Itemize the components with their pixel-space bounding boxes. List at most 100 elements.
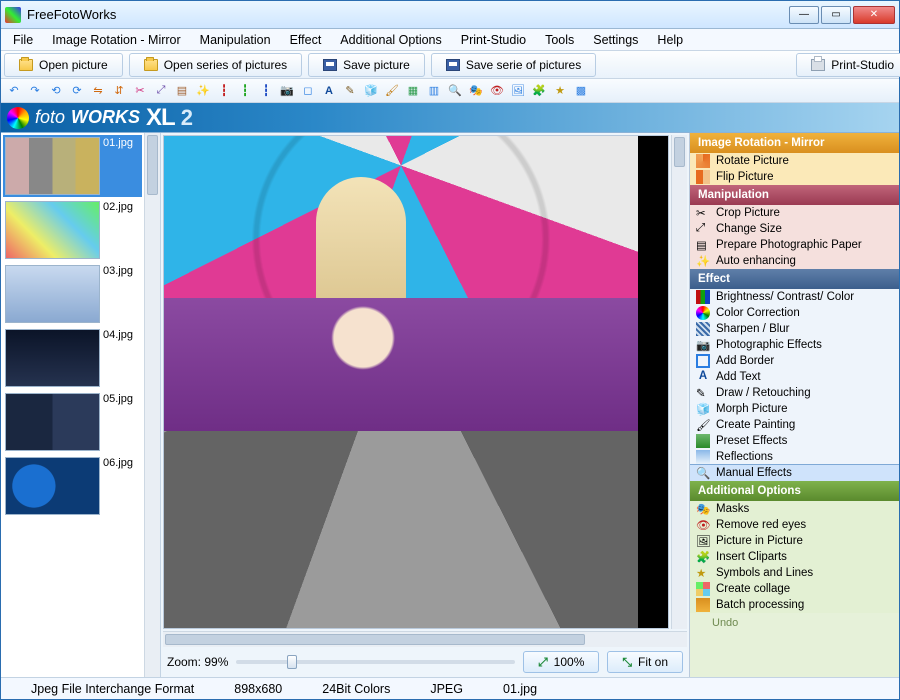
- palette-icon: [696, 306, 710, 320]
- op-flip-picture[interactable]: Flip Picture: [690, 169, 899, 185]
- op-label: Masks: [716, 503, 749, 515]
- op-pip[interactable]: 🖼Picture in Picture: [690, 533, 899, 549]
- print-studio-button[interactable]: Print-Studio: [796, 53, 900, 77]
- menu-settings[interactable]: Settings: [585, 31, 646, 49]
- menu-print-studio[interactable]: Print-Studio: [453, 31, 534, 49]
- rotate-cw-icon[interactable]: ⟳: [68, 82, 86, 100]
- op-color-correction[interactable]: Color Correction: [690, 305, 899, 321]
- open-picture-button[interactable]: Open picture: [4, 53, 123, 77]
- morph-icon[interactable]: 🧊: [362, 82, 380, 100]
- camera-icon[interactable]: 📷: [278, 82, 296, 100]
- brightness-icon[interactable]: ┇: [215, 82, 233, 100]
- text-icon[interactable]: A: [320, 82, 338, 100]
- thumbnail-item[interactable]: 04.jpg: [3, 327, 142, 389]
- mask-icon[interactable]: 🎭: [467, 82, 485, 100]
- menu-help[interactable]: Help: [649, 31, 691, 49]
- panel-head-additional: Additional Options: [690, 481, 899, 501]
- menu-tools[interactable]: Tools: [537, 31, 582, 49]
- undo-icon[interactable]: ↶: [5, 82, 23, 100]
- morph-icon: 🧊: [696, 402, 710, 416]
- statusbar: Jpeg File Interchange Format 898x680 24B…: [1, 677, 899, 699]
- op-manual-effects[interactable]: 🔍Manual Effects: [690, 465, 899, 481]
- canvas-vscrollbar[interactable]: [671, 135, 687, 629]
- op-symbols[interactable]: ★Symbols and Lines: [690, 565, 899, 581]
- maximize-button[interactable]: ▭: [821, 6, 851, 24]
- op-brightness[interactable]: Brightness/ Contrast/ Color: [690, 289, 899, 305]
- op-label: Create collage: [716, 583, 790, 595]
- crop-icon[interactable]: ✂: [131, 82, 149, 100]
- fit-icon: ⤢: [538, 655, 548, 670]
- preset-icon[interactable]: ▦: [404, 82, 422, 100]
- op-draw[interactable]: ✎Draw / Retouching: [690, 385, 899, 401]
- op-auto-enhance[interactable]: ✨Auto enhancing: [690, 253, 899, 269]
- zoom-100-button[interactable]: ⤢100%: [523, 651, 599, 673]
- op-prepare-paper[interactable]: ▤Prepare Photographic Paper: [690, 237, 899, 253]
- collage-icon[interactable]: ▩: [572, 82, 590, 100]
- op-batch[interactable]: Batch processing: [690, 597, 899, 613]
- redeye-icon[interactable]: 👁: [488, 82, 506, 100]
- thumbnail-item[interactable]: 03.jpg: [3, 263, 142, 325]
- open-series-button[interactable]: Open series of pictures: [129, 53, 302, 77]
- image-canvas[interactable]: [163, 135, 669, 629]
- op-rotate-picture[interactable]: Rotate Picture: [690, 153, 899, 169]
- op-masks[interactable]: 🎭Masks: [690, 501, 899, 517]
- thumbnail-scrollbar[interactable]: [144, 133, 160, 677]
- minimize-button[interactable]: —: [789, 6, 819, 24]
- op-reflections[interactable]: Reflections: [690, 449, 899, 465]
- pip-icon[interactable]: 🖼: [509, 82, 527, 100]
- op-add-text[interactable]: AAdd Text: [690, 369, 899, 385]
- op-change-size[interactable]: ⤢Change Size: [690, 221, 899, 237]
- redo-icon[interactable]: ↷: [26, 82, 44, 100]
- thumbnail-item[interactable]: 01.jpg: [3, 135, 142, 197]
- sharpen-icon[interactable]: ┇: [257, 82, 275, 100]
- save-picture-button[interactable]: Save picture: [308, 53, 425, 77]
- save-series-button[interactable]: Save serie of pictures: [431, 53, 596, 77]
- op-redeye[interactable]: 👁Remove red eyes: [690, 517, 899, 533]
- op-morph[interactable]: 🧊Morph Picture: [690, 401, 899, 417]
- close-button[interactable]: ✕: [853, 6, 895, 24]
- paint-icon[interactable]: 🖌: [383, 82, 401, 100]
- zoom-fit-label: Fit on: [638, 655, 668, 669]
- undo-link[interactable]: Undo: [690, 613, 899, 633]
- flip-h-icon[interactable]: ⇋: [89, 82, 107, 100]
- thumbnail-item[interactable]: 06.jpg: [3, 455, 142, 517]
- manual-fx-icon[interactable]: 🔍: [446, 82, 464, 100]
- op-crop-picture[interactable]: ✂Crop Picture: [690, 205, 899, 221]
- zoom-fit-button[interactable]: ⤡Fit on: [607, 651, 683, 673]
- flip-v-icon[interactable]: ⇵: [110, 82, 128, 100]
- menu-additional-options[interactable]: Additional Options: [332, 31, 449, 49]
- menu-manipulation[interactable]: Manipulation: [192, 31, 279, 49]
- op-cliparts[interactable]: 🧩Insert Cliparts: [690, 549, 899, 565]
- op-label: Add Text: [716, 371, 761, 383]
- op-preset[interactable]: Preset Effects: [690, 433, 899, 449]
- menu-image-rotation[interactable]: Image Rotation - Mirror: [44, 31, 189, 49]
- panel-head-effect: Effect: [690, 269, 899, 289]
- canvas-hscrollbar[interactable]: [163, 631, 687, 647]
- menu-effect[interactable]: Effect: [282, 31, 330, 49]
- auto-enhance-icon[interactable]: ✨: [194, 82, 212, 100]
- draw-icon[interactable]: ✎: [341, 82, 359, 100]
- shapes-icon[interactable]: ★: [551, 82, 569, 100]
- border-icon[interactable]: ◻: [299, 82, 317, 100]
- thumbnail-image: [5, 201, 100, 259]
- op-painting[interactable]: 🖌Create Painting: [690, 417, 899, 433]
- color-correct-icon[interactable]: ┇: [236, 82, 254, 100]
- paper-icon[interactable]: ▤: [173, 82, 191, 100]
- zoom-slider[interactable]: [236, 660, 515, 664]
- rotate-ccw-icon[interactable]: ⟲: [47, 82, 65, 100]
- op-collage[interactable]: Create collage: [690, 581, 899, 597]
- status-dimensions: 898x680: [234, 682, 282, 696]
- clipart-icon[interactable]: 🧩: [530, 82, 548, 100]
- op-sharpen-blur[interactable]: Sharpen / Blur: [690, 321, 899, 337]
- op-photo-effects[interactable]: 📷Photographic Effects: [690, 337, 899, 353]
- print-studio-label: Print-Studio: [831, 58, 894, 72]
- thumbnail-item[interactable]: 02.jpg: [3, 199, 142, 261]
- menu-file[interactable]: File: [5, 31, 41, 49]
- clipart-icon: 🧩: [696, 550, 710, 564]
- reflection-icon[interactable]: ▥: [425, 82, 443, 100]
- op-label: Create Painting: [716, 419, 795, 431]
- resize-icon[interactable]: ⤢: [152, 82, 170, 100]
- thumbnail-item[interactable]: 05.jpg: [3, 391, 142, 453]
- op-add-border[interactable]: Add Border: [690, 353, 899, 369]
- open-picture-label: Open picture: [39, 58, 108, 72]
